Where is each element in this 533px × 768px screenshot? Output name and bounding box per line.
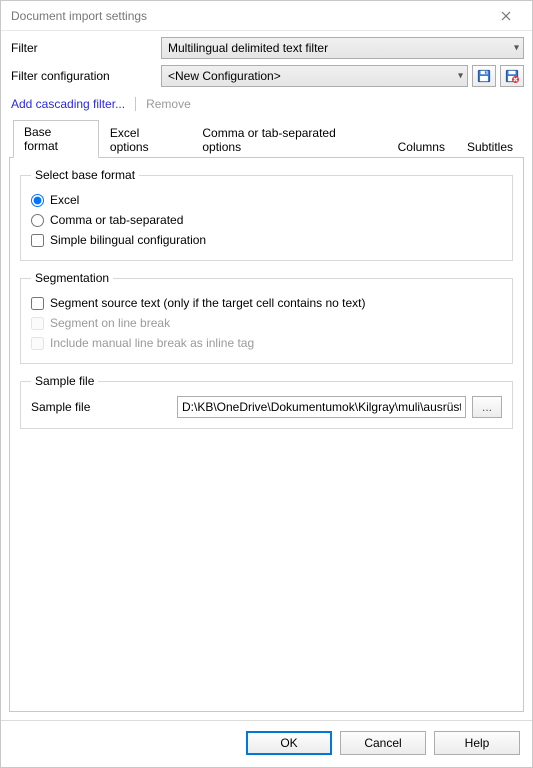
tabbar: Base format Excel options Comma or tab-s… <box>9 119 524 158</box>
cascading-filter-row: Add cascading filter... Remove <box>9 93 524 119</box>
filter-selected: Multilingual delimited text filter <box>168 41 328 55</box>
check-segment-linebreak <box>31 317 44 330</box>
check-inline-tag-label: Include manual line break as inline tag <box>50 336 254 350</box>
floppy-delete-icon <box>505 69 519 83</box>
sample-file-legend: Sample file <box>31 374 98 388</box>
filter-config-combobox[interactable]: <New Configuration> ▾ <box>161 65 468 87</box>
dialog-footer: OK Cancel Help <box>1 720 532 767</box>
filter-label: Filter <box>9 41 157 55</box>
tab-excel-options[interactable]: Excel options <box>99 121 191 158</box>
titlebar: Document import settings <box>1 1 532 31</box>
tab-subtitles[interactable]: Subtitles <box>456 135 524 158</box>
add-cascading-filter-link[interactable]: Add cascading filter... <box>11 97 125 111</box>
segmentation-legend: Segmentation <box>31 271 113 285</box>
filter-config-selected: <New Configuration> <box>168 69 281 83</box>
sample-file-group: Sample file Sample file ... <box>20 374 513 429</box>
window-title: Document import settings <box>11 9 147 23</box>
check-bilingual-row[interactable]: Simple bilingual configuration <box>31 230 502 250</box>
sample-file-label: Sample file <box>31 400 171 414</box>
check-segment-source-row[interactable]: Segment source text (only if the target … <box>31 293 502 313</box>
floppy-save-icon <box>477 69 491 83</box>
chevron-down-icon: ▾ <box>514 43 519 54</box>
filter-row: Filter Multilingual delimited text filte… <box>9 37 524 59</box>
delete-config-button[interactable] <box>500 65 524 87</box>
remove-filter-link: Remove <box>146 97 191 111</box>
close-icon <box>501 11 511 21</box>
tab-columns[interactable]: Columns <box>387 135 456 158</box>
dialog-content: Filter Multilingual delimited text filte… <box>1 31 532 720</box>
dialog-window: Document import settings Filter Multilin… <box>0 0 533 768</box>
filter-combobox[interactable]: Multilingual delimited text filter ▾ <box>161 37 524 59</box>
chevron-down-icon: ▾ <box>458 71 463 82</box>
tab-csv-options[interactable]: Comma or tab-separated options <box>191 121 386 158</box>
radio-csv-row[interactable]: Comma or tab-separated <box>31 210 502 230</box>
base-format-legend: Select base format <box>31 168 139 182</box>
sample-file-input[interactable] <box>177 396 466 418</box>
base-format-group: Select base format Excel Comma or tab-se… <box>20 168 513 261</box>
radio-excel[interactable] <box>31 194 44 207</box>
separator <box>135 97 136 111</box>
radio-excel-label: Excel <box>50 193 79 207</box>
save-config-button[interactable] <box>472 65 496 87</box>
check-segment-linebreak-row: Segment on line break <box>31 313 502 333</box>
browse-button[interactable]: ... <box>472 396 502 418</box>
check-segment-source-label: Segment source text (only if the target … <box>50 296 366 310</box>
filter-config-label: Filter configuration <box>9 69 157 83</box>
ok-button[interactable]: OK <box>246 731 332 755</box>
check-inline-tag <box>31 337 44 350</box>
sample-file-row: Sample file ... <box>31 396 502 418</box>
tabpanel-base-format: Select base format Excel Comma or tab-se… <box>9 158 524 712</box>
check-inline-tag-row: Include manual line break as inline tag <box>31 333 502 353</box>
help-button[interactable]: Help <box>434 731 520 755</box>
check-segment-linebreak-label: Segment on line break <box>50 316 170 330</box>
close-button[interactable] <box>488 2 524 30</box>
radio-csv[interactable] <box>31 214 44 227</box>
radio-csv-label: Comma or tab-separated <box>50 213 183 227</box>
segmentation-group: Segmentation Segment source text (only i… <box>20 271 513 364</box>
filter-config-row: Filter configuration <New Configuration>… <box>9 65 524 87</box>
radio-excel-row[interactable]: Excel <box>31 190 502 210</box>
tab-base-format[interactable]: Base format <box>13 120 99 158</box>
check-bilingual[interactable] <box>31 234 44 247</box>
check-bilingual-label: Simple bilingual configuration <box>50 233 206 247</box>
check-segment-source[interactable] <box>31 297 44 310</box>
cancel-button[interactable]: Cancel <box>340 731 426 755</box>
